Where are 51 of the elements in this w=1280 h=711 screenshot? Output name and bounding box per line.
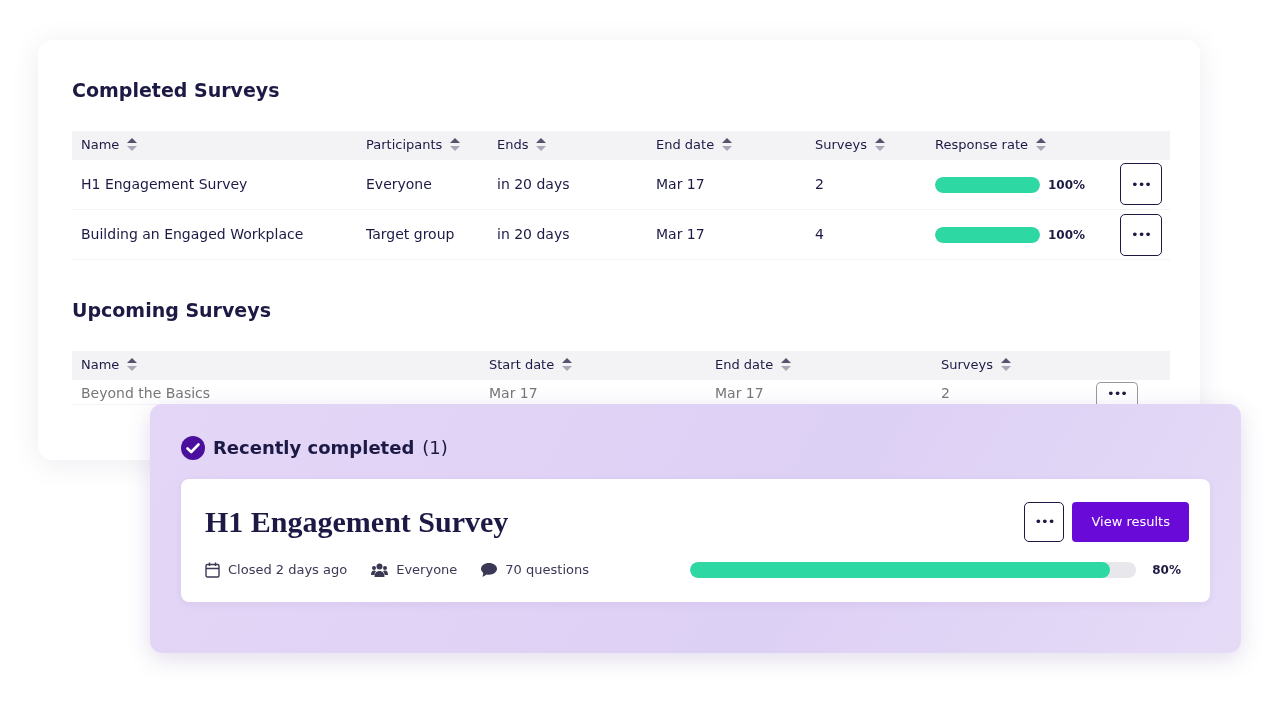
table-cell: 4 (815, 226, 824, 242)
table-cell: in 20 days (497, 175, 570, 192)
progress-value: 80% (1152, 561, 1181, 579)
table-cell: Target group (366, 226, 455, 242)
sort-icon[interactable] (450, 138, 461, 152)
table-cell: Mar 17 (656, 226, 705, 242)
people-icon (371, 562, 389, 577)
calendar-icon (205, 561, 220, 578)
meta-text: Closed 2 days ago (228, 561, 348, 579)
sort-icon[interactable] (562, 358, 573, 372)
section-title: Completed Surveys (72, 78, 281, 103)
table-cell: Building an Engaged Workplace (81, 226, 304, 242)
more-button[interactable]: ••• (1096, 381, 1138, 404)
column-header[interactable]: Start date (489, 357, 555, 373)
column-header[interactable]: Surveys (941, 357, 993, 373)
column-header[interactable]: Ends (497, 137, 529, 153)
column-header[interactable]: End date (715, 357, 774, 373)
column-header[interactable]: Name (81, 357, 120, 373)
sort-icon[interactable] (781, 358, 792, 372)
speech-bubble-icon (481, 562, 498, 577)
more-button[interactable]: ••• (1024, 501, 1065, 542)
sort-icon[interactable] (722, 138, 733, 152)
sort-icon[interactable] (127, 358, 138, 372)
sort-icon[interactable] (1001, 358, 1011, 372)
rate-value: 100% (1048, 177, 1086, 192)
rate-value: 100% (1048, 228, 1086, 242)
section-title: Recently completed (213, 436, 415, 460)
column-header[interactable]: End date (656, 137, 715, 153)
table-cell: 2 (941, 384, 950, 401)
table-cell: Everyone (366, 175, 432, 192)
table-cell: in 20 days (497, 226, 570, 242)
check-circle-icon (181, 435, 205, 460)
item-count: (1) (422, 436, 448, 460)
table-cell: 2 (815, 175, 824, 192)
sort-icon[interactable] (1036, 138, 1046, 152)
meta-text: Everyone (396, 561, 458, 579)
survey-title: H1 Engagement Survey (205, 504, 509, 540)
sort-icon[interactable] (536, 138, 547, 152)
table-cell: Mar 17 (489, 384, 538, 401)
table-cell: Mar 17 (715, 384, 764, 401)
table-cell: H1 Engagement Survey (81, 175, 248, 192)
table-cell: Mar 17 (656, 175, 705, 192)
more-button[interactable]: ••• (1120, 163, 1162, 206)
view-results-button[interactable]: View results (1072, 501, 1189, 542)
sort-icon[interactable] (875, 138, 885, 152)
table-cell: Beyond the Basics (81, 384, 211, 401)
meta-text: 70 questions (505, 561, 589, 579)
more-button[interactable]: ••• (1120, 213, 1162, 256)
section-title: Upcoming Surveys (72, 298, 272, 323)
column-header[interactable]: Name (81, 137, 120, 153)
sort-icon[interactable] (127, 138, 138, 152)
